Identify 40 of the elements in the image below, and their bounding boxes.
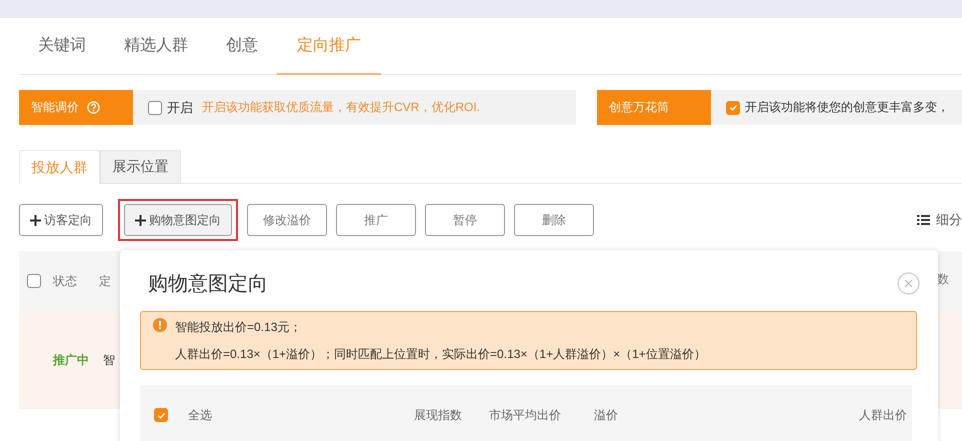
table-cell: 智 <box>103 352 115 368</box>
tab[interactable]: 关键词 <box>19 18 105 75</box>
column-header: 状态 <box>53 272 77 290</box>
column-header: 市场平均出价 <box>489 406 562 424</box>
checkbox[interactable] <box>148 100 162 114</box>
feature-description: 开启该功能获取优质流量，有效提升CVR，优化ROI. <box>202 99 480 116</box>
feature-description: 开启该功能将使您的创意更丰富多变， <box>745 99 949 116</box>
help-icon[interactable] <box>87 101 100 114</box>
toolbar-button[interactable]: 删除 <box>514 204 594 236</box>
close-icon[interactable] <box>897 272 920 295</box>
toolbar-button[interactable]: 推广 <box>336 204 416 236</box>
toolbar-button[interactable]: 访客定向 <box>19 204 103 236</box>
tab[interactable]: 创意 <box>207 18 277 75</box>
notice-text: 人群出价=0.13×（1+溢价）；同时匹配上位置时，实际出价=0.13×（1+人群溢价）×（1+位置溢价） <box>175 346 706 363</box>
view-option[interactable]: 细分 <box>936 211 962 229</box>
column-header: 数 <box>937 271 949 288</box>
column-header: 定 <box>99 272 111 290</box>
feature-title: 智能调价 <box>31 99 79 116</box>
plus-icon <box>30 214 41 226</box>
checkbox-label: 开启 <box>167 98 193 116</box>
column-header: 溢价 <box>594 406 619 424</box>
tab[interactable]: 展示位置 <box>100 150 181 183</box>
plus-icon <box>135 214 146 226</box>
list-icon[interactable] <box>917 215 930 225</box>
status-text: 推广中 <box>53 352 89 368</box>
tab[interactable]: 精选人群 <box>105 18 207 75</box>
toolbar-button[interactable]: 修改溢价 <box>247 204 327 236</box>
notice-text: 智能投放出价=0.13元； <box>175 319 302 336</box>
checkbox[interactable] <box>726 100 740 114</box>
column-header: 人群出价 <box>859 406 907 424</box>
feature-title: 创意万花筒 <box>609 99 669 116</box>
modal-title: 购物意图定向 <box>148 272 268 297</box>
select-all-label: 全选 <box>188 406 212 424</box>
checkbox[interactable] <box>154 408 168 422</box>
toolbar-button[interactable]: 购物意图定向 <box>124 204 232 236</box>
toolbar-button[interactable]: 暂停 <box>425 204 505 236</box>
checkbox[interactable] <box>27 274 41 288</box>
column-header: 展现指数 <box>414 406 463 424</box>
warning-icon <box>153 318 167 332</box>
check-icon <box>728 102 738 113</box>
